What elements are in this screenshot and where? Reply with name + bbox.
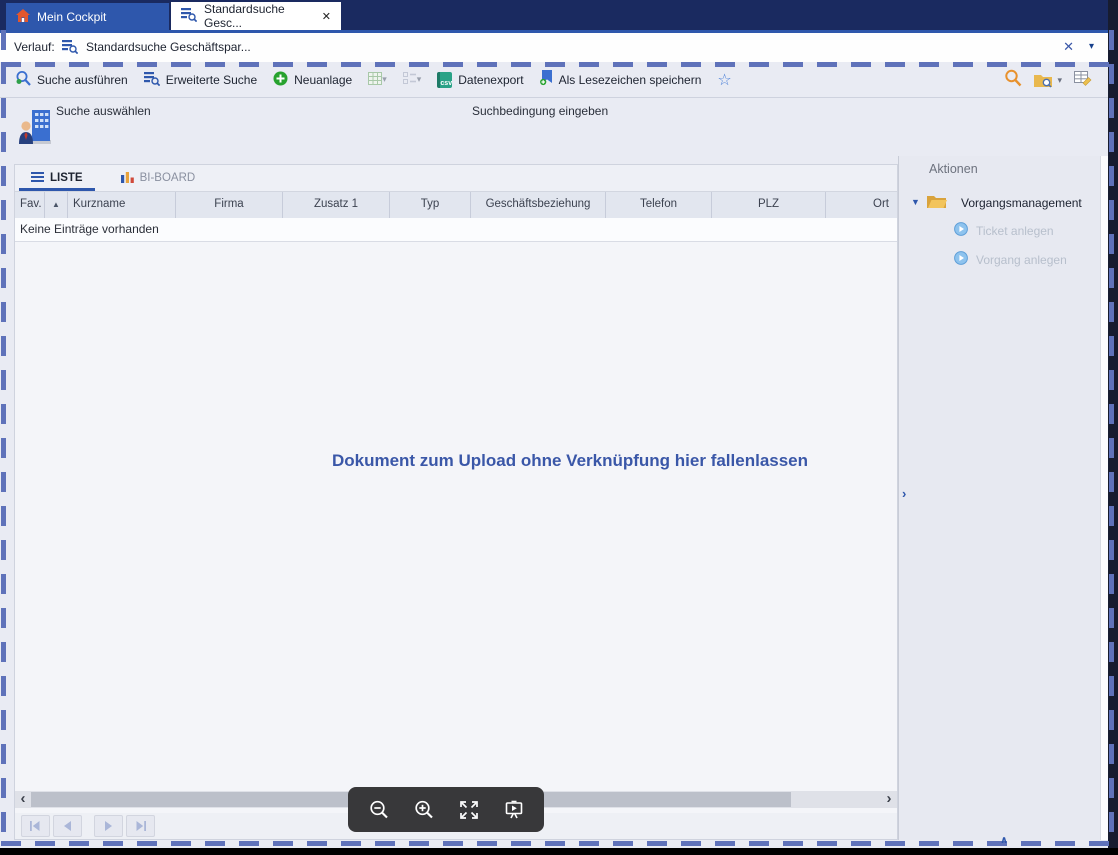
data-export-button[interactable]: csv Datenexport <box>437 72 523 88</box>
close-history-icon[interactable]: ✕ <box>1063 39 1074 55</box>
play-circle-icon <box>954 222 968 239</box>
fullscreen-icon[interactable] <box>454 795 484 825</box>
zoom-in-icon[interactable] <box>409 795 439 825</box>
tab-label: Standardsuche Gesc... <box>204 2 315 30</box>
action-vorgang-anlegen[interactable]: Vorgang anlegen <box>954 251 1067 268</box>
search-list-icon <box>181 7 197 25</box>
drop-border-right <box>1109 30 1114 843</box>
home-icon <box>16 9 30 25</box>
zoom-out-icon[interactable] <box>364 795 394 825</box>
column-header-telefon[interactable]: Telefon <box>606 192 712 218</box>
drop-border-bottom <box>1 841 1113 846</box>
next-page-button[interactable] <box>94 815 123 837</box>
column-header-geschaeftsbeziehung[interactable]: Geschäftsbeziehung <box>471 192 606 218</box>
condition-label: Suchbedingung eingeben <box>472 104 608 118</box>
history-entry[interactable]: Standardsuche Geschäftspar... <box>86 40 251 54</box>
result-list-panel: LISTE BI-BOARD Fav. ▲ Kurzname Firma Zus… <box>14 164 898 840</box>
drop-border-left <box>1 30 6 843</box>
select-search-label: Suche auswählen <box>56 104 151 118</box>
application-window: Mein Cockpit Standardsuche Gesc... ✕ Ver… <box>0 0 1118 848</box>
zoom-toolbar <box>348 787 544 832</box>
scroll-right-icon[interactable]: › <box>881 791 897 808</box>
history-bar: Verlauf: Standardsuche Geschäftspar... ✕… <box>0 33 1108 62</box>
tree-expanded-icon[interactable]: ▼ <box>911 197 920 207</box>
column-header-kurzname[interactable]: Kurzname <box>68 192 176 218</box>
column-header-sort[interactable]: ▲ <box>45 192 68 218</box>
list-icon <box>31 172 44 185</box>
panel-collapse-icon[interactable]: ∧ <box>1000 835 1008 846</box>
toolbar-right-group: ▾ <box>1004 62 1092 98</box>
plus-circle-icon <box>273 71 288 89</box>
search-selection-row: Suche auswählen Standardsuche Geschäftsp… <box>0 98 1108 156</box>
table-view-dropdown[interactable]: ▾ <box>368 72 387 88</box>
previous-page-button[interactable] <box>53 815 82 837</box>
last-page-button[interactable] <box>126 815 155 837</box>
tab-label: Mein Cockpit <box>37 10 106 24</box>
search-list-icon <box>144 71 160 89</box>
right-scroll-gutter <box>1100 156 1108 840</box>
actions-panel: Aktionen ▼ Vorgangsmanagement Ticket anl… <box>898 156 1100 840</box>
run-search-button[interactable]: Suche ausführen <box>15 70 128 89</box>
tab-bi-board[interactable]: BI-BOARD <box>109 165 208 191</box>
main-toolbar: Suche ausführen Erweiterte Suche Neuanla… <box>0 62 1108 98</box>
column-header-plz[interactable]: PLZ <box>712 192 826 218</box>
bar-chart-icon <box>121 171 134 186</box>
csv-file-icon: csv <box>437 72 452 88</box>
sort-ascending-icon: ▲ <box>52 200 60 209</box>
grid-icon <box>368 72 382 88</box>
column-header-firma[interactable]: Firma <box>176 192 283 218</box>
tab-standardsuche[interactable]: Standardsuche Gesc... ✕ <box>171 2 341 30</box>
search-list-icon <box>62 39 78 57</box>
action-ticket-anlegen[interactable]: Ticket anlegen <box>954 222 1054 239</box>
column-header-fav[interactable]: Fav. <box>15 192 45 218</box>
tab-mein-cockpit[interactable]: Mein Cockpit <box>6 3 169 30</box>
search-magnifier-icon[interactable] <box>1004 69 1022 92</box>
tab-liste[interactable]: LISTE <box>19 165 95 191</box>
play-circle-icon <box>954 251 968 268</box>
view-tab-bar: LISTE BI-BOARD <box>15 165 897 192</box>
table-edit-icon[interactable] <box>1074 70 1092 91</box>
actions-title: Aktionen <box>929 162 978 176</box>
folder-icon <box>927 194 947 212</box>
first-page-button[interactable] <box>21 815 50 837</box>
caret-down-icon: ▾ <box>417 74 422 85</box>
caret-down-icon: ▾ <box>382 74 387 85</box>
close-tab-icon[interactable]: ✕ <box>322 10 331 23</box>
presentation-icon[interactable] <box>499 795 529 825</box>
new-record-button[interactable]: Neuanlage <box>273 71 352 89</box>
form-view-dropdown[interactable]: ▾ <box>403 72 422 87</box>
column-header-ort[interactable]: Ort <box>826 192 897 218</box>
document-drop-hint: Dokument zum Upload ohne Verknüpfung hie… <box>240 451 900 471</box>
history-label: Verlauf: <box>14 40 55 54</box>
scroll-left-icon[interactable]: ‹ <box>15 791 31 808</box>
save-bookmark-button[interactable]: Als Lesezeichen speichern <box>540 70 702 89</box>
advanced-search-button[interactable]: Erweiterte Suche <box>144 71 257 89</box>
column-header-typ[interactable]: Typ <box>390 192 471 218</box>
empty-result-message: Keine Einträge vorhanden <box>15 218 897 242</box>
panel-expand-icon[interactable]: › <box>902 486 906 501</box>
table-header: Fav. ▲ Kurzname Firma Zusatz 1 Typ Gesch… <box>15 192 897 218</box>
person-search-icon <box>15 70 31 89</box>
folder-search-dropdown[interactable]: ▾ <box>1034 73 1062 88</box>
column-header-zusatz1[interactable]: Zusatz 1 <box>283 192 390 218</box>
action-group-vorgangsmanagement[interactable]: Vorgangsmanagement <box>961 196 1082 210</box>
drop-border-top <box>1 62 1113 67</box>
favorite-star-icon[interactable]: ☆ <box>717 70 731 90</box>
business-partner-icon <box>18 108 52 151</box>
bookmark-icon <box>540 70 553 89</box>
caret-down-icon: ▾ <box>1057 75 1062 86</box>
history-caret-icon[interactable]: ▾ <box>1089 41 1094 52</box>
form-list-icon <box>403 72 417 87</box>
